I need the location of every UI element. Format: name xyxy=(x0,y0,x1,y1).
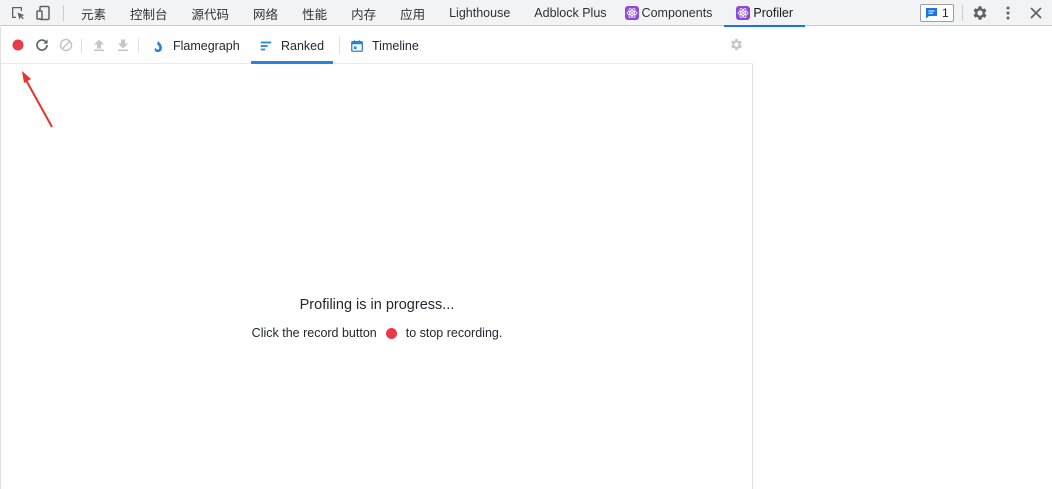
tab-label: Adblock Plus xyxy=(534,6,607,20)
ranked-icon xyxy=(260,41,272,50)
tab-performance[interactable]: 性能 xyxy=(290,0,339,26)
tab-application[interactable]: 应用 xyxy=(388,0,437,26)
tab-label: Profiler xyxy=(753,6,794,20)
tab-label: 网络 xyxy=(253,7,279,22)
tab-adblock-plus[interactable]: Adblock Plus xyxy=(522,0,618,26)
toolbar-divider xyxy=(138,38,139,53)
toolbar-divider xyxy=(339,37,340,54)
devtools-toolbar: 元素 控制台 源代码 网络 性能 内存 应用 Lighthouse Adbloc… xyxy=(0,0,1052,27)
tab-label: Flamegraph xyxy=(173,38,240,53)
status-title: Profiling is in progress... xyxy=(299,297,455,313)
tab-memory[interactable]: 内存 xyxy=(339,0,388,26)
tab-components[interactable]: Components xyxy=(619,0,725,26)
tab-console[interactable]: 控制台 xyxy=(118,0,180,26)
react-logo-icon xyxy=(624,6,639,20)
instruction-text-before: Click the record button xyxy=(251,326,377,340)
tab-label: 源代码 xyxy=(191,7,230,22)
issues-count: 1 xyxy=(942,6,949,20)
tab-label: 应用 xyxy=(400,7,426,22)
react-logo-icon xyxy=(736,6,751,20)
profiler-panel: Flamegraph Ranked Timeline Profiling is … xyxy=(0,27,753,489)
tab-label: Components xyxy=(641,6,713,20)
tab-profiler[interactable]: Profiler xyxy=(724,0,805,27)
tab-label: Timeline xyxy=(372,38,419,53)
tab-flamegraph[interactable]: Flamegraph xyxy=(143,27,248,64)
recording-status-message: Profiling is in progress... Click the re… xyxy=(1,297,753,340)
tab-label: Ranked xyxy=(281,38,325,53)
flame-icon xyxy=(154,39,162,52)
upload-icon xyxy=(94,39,104,52)
annotation-arrow xyxy=(22,71,53,128)
record-icon xyxy=(385,327,397,339)
tab-label: 内存 xyxy=(351,7,377,22)
tab-ranked[interactable]: Ranked xyxy=(251,27,333,64)
tab-label: Lighthouse xyxy=(449,6,511,20)
tab-timeline[interactable]: Timeline xyxy=(342,27,427,64)
toolbar-divider xyxy=(962,5,963,21)
issues-counter-button[interactable]: 1 xyxy=(920,4,954,22)
close-icon[interactable] xyxy=(1027,4,1045,22)
tab-label: 性能 xyxy=(302,7,328,22)
calendar-icon xyxy=(351,39,363,52)
tab-sources[interactable]: 源代码 xyxy=(180,0,242,26)
tab-network[interactable]: 网络 xyxy=(241,0,290,26)
settings-gear-icon xyxy=(731,38,742,51)
toolbar-divider xyxy=(81,38,82,53)
download-icon xyxy=(118,39,128,52)
save-profile-button[interactable] xyxy=(115,37,131,53)
devtools-tab-strip: 元素 控制台 源代码 网络 性能 内存 应用 Lighthouse Adbloc… xyxy=(69,0,805,27)
tab-label: 控制台 xyxy=(130,7,168,22)
status-instructions: Click the record button to stop recordin… xyxy=(1,326,753,340)
tab-lighthouse[interactable]: Lighthouse xyxy=(437,0,522,26)
instruction-text-after: to stop recording. xyxy=(405,326,503,340)
tab-elements[interactable]: 元素 xyxy=(69,0,118,26)
profiler-settings-button[interactable] xyxy=(729,37,745,53)
more-options-icon[interactable] xyxy=(999,4,1017,22)
tab-label: 元素 xyxy=(81,7,107,22)
profiler-toolbar: Flamegraph Ranked Timeline xyxy=(1,27,753,64)
settings-gear-icon[interactable] xyxy=(971,4,989,22)
message-icon xyxy=(926,8,937,19)
load-profile-button[interactable] xyxy=(91,37,107,53)
